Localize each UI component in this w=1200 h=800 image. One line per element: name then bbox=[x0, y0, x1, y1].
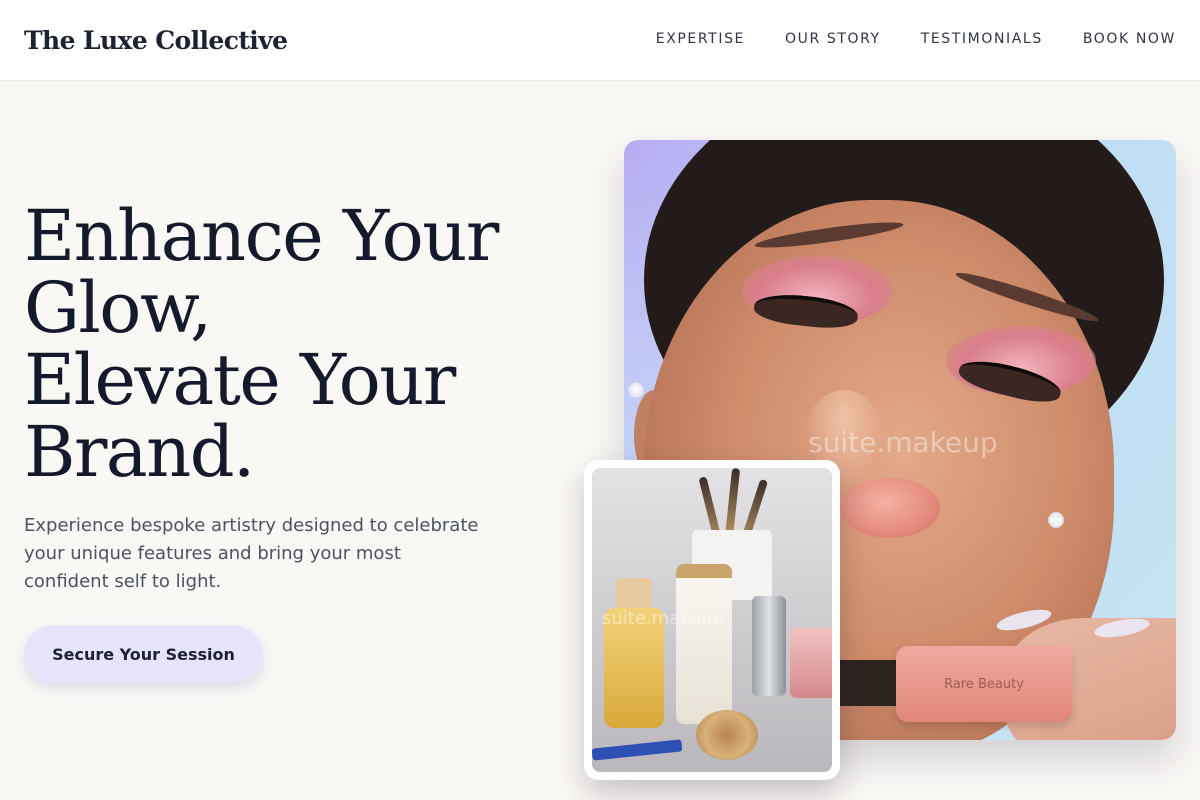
secure-session-button[interactable]: Secure Your Session bbox=[24, 626, 263, 682]
nav-link-our-story[interactable]: OUR STORY bbox=[785, 31, 881, 47]
brand-logo[interactable]: The Luxe Collective bbox=[24, 26, 288, 55]
main-nav: EXPERTISE OUR STORY TESTIMONIALS BOOK NO… bbox=[656, 31, 1176, 47]
serum-bottle bbox=[676, 564, 732, 724]
hero-title-line-1: Enhance Your bbox=[24, 195, 499, 277]
portrait-lips bbox=[840, 478, 940, 538]
nav-link-book-now[interactable]: BOOK NOW bbox=[1083, 31, 1176, 47]
lip-product-cap bbox=[830, 660, 900, 706]
lip-product-tube: Rare Beauty bbox=[896, 646, 1072, 722]
site-header: The Luxe Collective EXPERTISE OUR STORY … bbox=[0, 0, 1200, 81]
makeup-products-photo: suite.makeup bbox=[592, 468, 832, 772]
blush-compact bbox=[790, 628, 832, 698]
hero-title-line-2: Glow, bbox=[24, 267, 212, 349]
blue-pencil bbox=[592, 739, 683, 761]
hero-title-line-4: Brand. bbox=[24, 411, 255, 493]
main-image-watermark: suite.makeup bbox=[808, 426, 998, 459]
hero-subtitle: Experience bespoke artistry designed to … bbox=[24, 515, 479, 592]
product-brand-label: Rare Beauty bbox=[944, 676, 1024, 692]
nav-link-expertise[interactable]: EXPERTISE bbox=[656, 31, 745, 47]
inset-image-watermark: suite.makeup bbox=[602, 608, 724, 629]
landing-page: The Luxe Collective EXPERTISE OUR STORY … bbox=[0, 0, 1200, 800]
powder-compact bbox=[696, 710, 758, 760]
hero-title: Enhance Your Glow, Elevate Your Brand. bbox=[24, 200, 584, 488]
nav-link-testimonials[interactable]: TESTIMONIALS bbox=[921, 31, 1043, 47]
makeup-products-image: suite.makeup bbox=[584, 460, 840, 780]
earring-right bbox=[1048, 512, 1064, 528]
hero-title-line-3: Elevate Your bbox=[24, 339, 456, 421]
earring-left bbox=[628, 382, 644, 398]
oil-dropper bbox=[616, 578, 652, 612]
silver-tube bbox=[752, 596, 786, 696]
